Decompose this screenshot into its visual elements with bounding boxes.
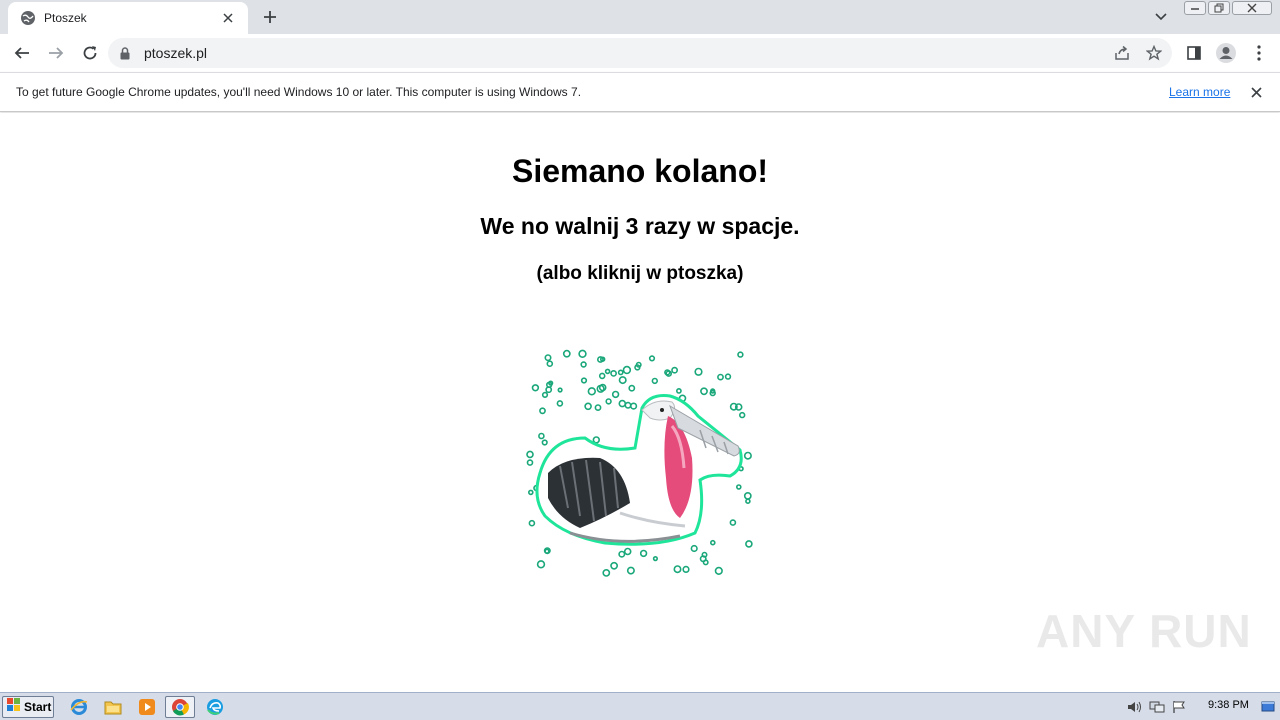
browser-toolbar: ptoszek.pl [0, 34, 1280, 72]
back-arrow-icon[interactable] [8, 39, 36, 67]
show-desktop-icon[interactable] [1258, 697, 1278, 717]
page-subheading: We no walnij 3 razy w spacje. [480, 213, 800, 239]
page-heading: Siemano kolano! [511, 153, 769, 189]
infobar-close-icon[interactable] [1246, 82, 1266, 102]
ie-icon[interactable] [66, 696, 92, 718]
lock-icon[interactable] [120, 46, 132, 60]
system-tray [1124, 695, 1280, 719]
restore-icon[interactable] [1208, 1, 1230, 15]
tab-title: Ptoszek [44, 11, 87, 25]
system-clock[interactable]: 9:38 PM [1208, 699, 1249, 711]
star-icon[interactable] [1140, 39, 1168, 67]
tab-strip: Ptoszek [0, 0, 1280, 34]
side-panel-icon[interactable] [1180, 38, 1208, 68]
windows-logo-icon [7, 697, 21, 717]
address-bar[interactable]: ptoszek.pl [108, 38, 1172, 68]
update-infobar: To get future Google Chrome updates, you… [0, 72, 1280, 112]
pelican-image[interactable] [510, 338, 780, 598]
media-player-icon[interactable] [134, 696, 160, 718]
window-close-icon[interactable] [1232, 1, 1272, 15]
explorer-folder-icon[interactable] [100, 696, 126, 718]
infobar-message: To get future Google Chrome updates, you… [16, 85, 582, 99]
minimize-icon[interactable] [1184, 1, 1206, 15]
share-icon[interactable] [1108, 39, 1136, 67]
forward-arrow-icon[interactable] [42, 39, 70, 67]
reload-icon[interactable] [76, 39, 104, 67]
new-tab-plus-icon[interactable] [258, 5, 282, 29]
menu-dots-icon[interactable] [1245, 38, 1273, 68]
action-center-flag-icon[interactable] [1168, 696, 1190, 718]
url-text[interactable]: ptoszek.pl [144, 45, 1108, 61]
network-icon[interactable] [1146, 696, 1168, 718]
chrome-icon[interactable] [165, 696, 195, 718]
speaker-icon[interactable] [1124, 696, 1146, 718]
windows-taskbar: Start 9:38 PM [0, 692, 1280, 720]
tab-ptoszek[interactable]: Ptoszek [8, 2, 248, 34]
window-controls [1184, 1, 1272, 15]
tab-close-icon[interactable] [218, 8, 238, 28]
edge-icon[interactable] [202, 696, 228, 718]
chevron-down-icon[interactable] [1150, 6, 1172, 28]
start-button[interactable]: Start [2, 696, 54, 718]
watermark-text: ANY RUN [1036, 605, 1252, 657]
globe-icon [20, 10, 36, 26]
anyrun-watermark: ANY RUN [1036, 604, 1252, 658]
start-label: Start [24, 700, 52, 714]
page-hint: (albo kliknij w ptoszka) [536, 263, 744, 284]
profile-icon[interactable] [1212, 38, 1240, 68]
learn-more-link[interactable]: Learn more [1169, 85, 1230, 99]
